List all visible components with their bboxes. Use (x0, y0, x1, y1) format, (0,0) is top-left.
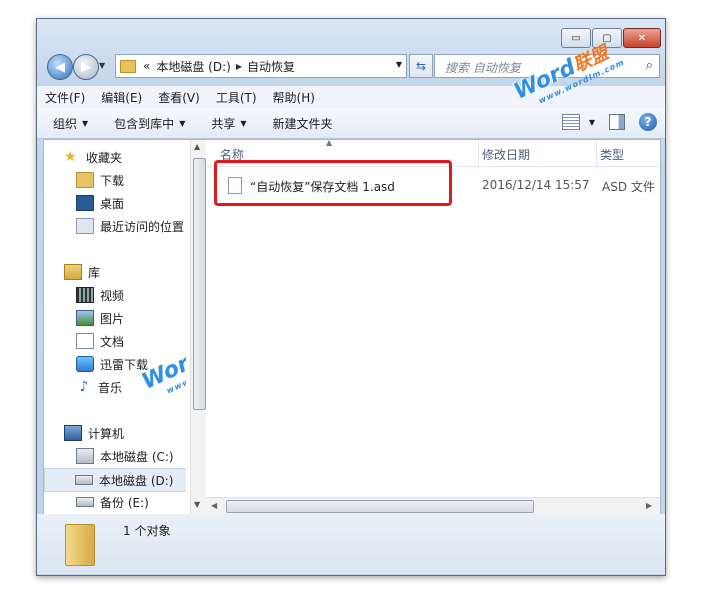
file-modified: 2016/12/14 15:57 (482, 178, 590, 192)
thunder-download-icon (76, 356, 94, 372)
breadcrumb-arrow-icon[interactable]: ▶ (236, 62, 242, 71)
menu-tools[interactable]: 工具(T) (208, 89, 265, 106)
recent-pages-dropdown-icon[interactable]: ▼ (99, 61, 105, 70)
breadcrumb-overflow[interactable]: « (143, 59, 150, 73)
nav-label: 计算机 (88, 426, 125, 441)
address-dropdown-icon[interactable]: ▼ (396, 60, 402, 69)
nav-label: 本地磁盘 (C:) (100, 449, 174, 464)
desktop-icon (76, 195, 94, 211)
nav-label: 库 (88, 265, 101, 280)
refresh-button[interactable]: ⇆ (409, 54, 433, 78)
drive-icon (75, 475, 93, 485)
file-list-pane: ▲ 名称 修改日期 类型 “自动恢复”保存文档 1.asd 2016/12/14… (206, 42, 660, 514)
help-icon[interactable]: ? (639, 113, 657, 131)
explorer-window: ▭ ▢ ✕ ◀ ▶ ▼ « 本地磁盘 (D:) ▶ 自动恢复 ▼ ⇆ 搜索 自动… (36, 18, 666, 576)
content-area: ★ 收藏夹 下载 桌面 最近访问的位置 库 视频 图片 文档 迅雷下载 ♪ 音乐… (43, 42, 661, 515)
nav-label: 最近访问的位置 (100, 219, 185, 234)
nav-item-recent[interactable]: 最近访问的位置 (44, 215, 186, 237)
organize-button[interactable]: 组织 ▼ (43, 115, 98, 132)
navigation-scrollbar[interactable]: ▲ ▼ (190, 140, 207, 514)
close-button[interactable]: ✕ (623, 28, 661, 48)
folder-icon (65, 524, 95, 566)
nav-label: 桌面 (100, 196, 125, 211)
view-options-icon[interactable] (561, 114, 580, 130)
nav-item-drive-e[interactable]: 备份 (E:) (44, 491, 186, 513)
pictures-icon (76, 310, 94, 326)
nav-item-computer[interactable]: 计算机 (44, 422, 186, 444)
breadcrumb-drive-d[interactable]: 本地磁盘 (D:) (156, 58, 230, 75)
nav-item-favorites[interactable]: ★ 收藏夹 (44, 146, 186, 168)
nav-item-documents[interactable]: 文档 (44, 330, 186, 352)
nav-item-libraries[interactable]: 库 (44, 261, 186, 283)
document-icon (76, 333, 94, 349)
scroll-right-icon[interactable]: ▶ (646, 501, 652, 510)
breadcrumb-current-folder[interactable]: 自动恢复 (247, 58, 295, 75)
horizontal-scrollbar[interactable]: ◀ ▶ (206, 497, 660, 514)
scroll-down-icon[interactable]: ▼ (194, 500, 200, 509)
scroll-up-icon[interactable]: ▲ (194, 142, 200, 151)
navigation-pane: ★ 收藏夹 下载 桌面 最近访问的位置 库 视频 图片 文档 迅雷下载 ♪ 音乐… (44, 140, 186, 514)
organize-label: 组织 (53, 116, 78, 131)
nav-label: 备份 (E:) (100, 495, 149, 510)
column-modified[interactable]: 修改日期 (482, 146, 530, 163)
include-in-library-button[interactable]: 包含到库中 ▼ (104, 115, 195, 132)
forward-button[interactable]: ▶ (73, 54, 99, 80)
library-icon (64, 264, 82, 280)
new-folder-button[interactable]: 新建文件夹 (263, 115, 343, 132)
chevron-down-icon: ▼ (82, 118, 89, 128)
nav-label: 文档 (100, 334, 125, 349)
column-divider[interactable] (596, 140, 597, 166)
chevron-down-icon: ▼ (240, 118, 247, 128)
sort-ascending-icon: ▲ (326, 138, 333, 147)
nav-item-drive-c[interactable]: 本地磁盘 (C:) (44, 445, 186, 467)
computer-icon (64, 425, 82, 441)
nav-item-pictures[interactable]: 图片 (44, 307, 186, 329)
nav-item-videos[interactable]: 视频 (44, 284, 186, 306)
download-folder-icon (76, 172, 94, 188)
column-divider[interactable] (478, 140, 479, 166)
new-folder-label: 新建文件夹 (272, 116, 333, 131)
share-label: 共享 (211, 116, 236, 131)
search-icon[interactable]: ⌕ (646, 58, 653, 73)
nav-label: 下载 (100, 173, 125, 188)
chevron-down-icon: ▼ (179, 118, 186, 128)
system-drive-icon (76, 448, 94, 464)
nav-label: 音乐 (98, 380, 123, 395)
column-type[interactable]: 类型 (600, 146, 624, 163)
menu-view[interactable]: 查看(V) (150, 89, 208, 106)
nav-label: 本地磁盘 (D:) (99, 473, 174, 488)
folder-icon (120, 59, 136, 73)
nav-label: 收藏夹 (86, 150, 123, 165)
nav-item-downloads[interactable]: 下载 (44, 169, 186, 191)
search-placeholder: 搜索 自动恢复 (445, 61, 521, 75)
preview-pane-icon[interactable] (609, 114, 625, 130)
music-note-icon: ♪ (79, 379, 89, 395)
menu-help[interactable]: 帮助(H) (265, 89, 323, 106)
item-count: 1 个对象 (123, 524, 171, 538)
nav-item-desktop[interactable]: 桌面 (44, 192, 186, 214)
scroll-left-icon[interactable]: ◀ (211, 501, 217, 510)
details-pane: 1 个对象 (37, 514, 665, 574)
highlight-annotation-box (214, 160, 452, 206)
nav-label: 图片 (100, 311, 125, 326)
command-bar: 组织 ▼ 包含到库中 ▼ 共享 ▼ 新建文件夹 ▼ ? (37, 108, 665, 139)
include-library-label: 包含到库中 (114, 116, 175, 131)
drive-icon (76, 497, 94, 507)
menu-edit[interactable]: 编辑(E) (93, 89, 150, 106)
toolbar-right-group: ▼ ? (561, 113, 657, 131)
scrollbar-thumb[interactable] (226, 500, 534, 513)
back-button[interactable]: ◀ (47, 54, 73, 80)
address-bar[interactable]: « 本地磁盘 (D:) ▶ 自动恢复 ▼ (115, 54, 407, 78)
share-button[interactable]: 共享 ▼ (201, 115, 256, 132)
nav-item-drive-d[interactable]: 本地磁盘 (D:) (44, 468, 186, 492)
scrollbar-thumb[interactable] (193, 158, 206, 410)
menu-file[interactable]: 文件(F) (37, 89, 93, 106)
star-icon: ★ (64, 149, 77, 165)
file-type: ASD 文件 (602, 180, 655, 194)
recent-places-icon (76, 218, 94, 234)
nav-label: 视频 (100, 288, 125, 303)
video-icon (76, 287, 94, 303)
view-dropdown-icon[interactable]: ▼ (589, 118, 595, 127)
